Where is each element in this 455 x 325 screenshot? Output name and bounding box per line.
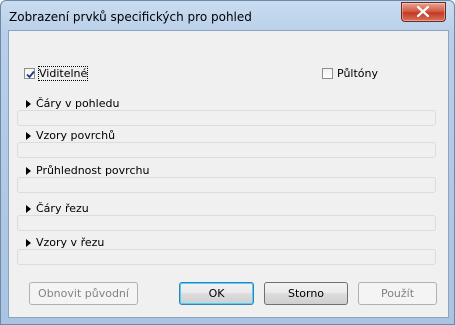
dialog-title: Zobrazení prvků specifických pro pohled	[9, 10, 252, 24]
section-frame	[17, 142, 436, 158]
restore-defaults-button[interactable]: Obnovit původní	[29, 282, 138, 305]
expand-arrow-icon[interactable]	[26, 166, 31, 175]
section-header[interactable]: Průhlednost povrchu	[26, 164, 149, 177]
title-bar[interactable]: Zobrazení prvků specifických pro pohled	[1, 1, 454, 31]
section-surface-transparency[interactable]: Průhlednost povrchu	[17, 164, 436, 196]
expand-arrow-icon[interactable]	[26, 204, 31, 213]
section-frame	[17, 110, 436, 126]
section-label[interactable]: Vzory povrchů	[36, 129, 115, 142]
section-view-lines[interactable]: Čáry v pohledu	[17, 97, 436, 129]
close-icon	[417, 6, 429, 17]
halftone-checkbox-row[interactable]: Půltóny	[322, 67, 378, 80]
apply-button[interactable]: Použít	[358, 282, 437, 305]
section-frame	[17, 249, 436, 265]
close-button[interactable]	[401, 2, 446, 22]
expand-arrow-icon[interactable]	[26, 131, 31, 140]
expand-arrow-icon[interactable]	[26, 99, 31, 108]
section-label[interactable]: Čáry v pohledu	[36, 97, 119, 110]
checkmark-icon	[26, 70, 35, 79]
dialog-window: Zobrazení prvků specifických pro pohled …	[0, 0, 455, 325]
visible-checkbox-row[interactable]: Viditelné	[24, 66, 89, 81]
section-surface-patterns[interactable]: Vzory povrchů	[17, 129, 436, 161]
halftone-checkbox[interactable]	[322, 68, 333, 79]
expand-arrow-icon[interactable]	[26, 238, 31, 247]
section-cut-patterns[interactable]: Vzory v řezu	[17, 236, 436, 268]
halftone-label[interactable]: Půltóny	[337, 67, 378, 80]
section-frame	[17, 177, 436, 193]
section-label[interactable]: Průhlednost povrchu	[36, 164, 149, 177]
visible-label[interactable]: Viditelné	[37, 66, 89, 81]
visible-checkbox[interactable]	[24, 68, 35, 79]
dialog-client-area: Viditelné Půltóny Čáry v pohledu Vzory p…	[8, 30, 449, 318]
section-header[interactable]: Vzory povrchů	[26, 129, 115, 142]
cancel-button[interactable]: Storno	[264, 282, 348, 305]
section-header[interactable]: Čáry řezu	[26, 202, 89, 215]
section-frame	[17, 215, 436, 231]
ok-button[interactable]: OK	[179, 282, 254, 305]
section-cut-lines[interactable]: Čáry řezu	[17, 202, 436, 234]
section-label[interactable]: Vzory v řezu	[36, 236, 104, 249]
section-label[interactable]: Čáry řezu	[36, 202, 89, 215]
section-header[interactable]: Čáry v pohledu	[26, 97, 119, 110]
section-header[interactable]: Vzory v řezu	[26, 236, 104, 249]
